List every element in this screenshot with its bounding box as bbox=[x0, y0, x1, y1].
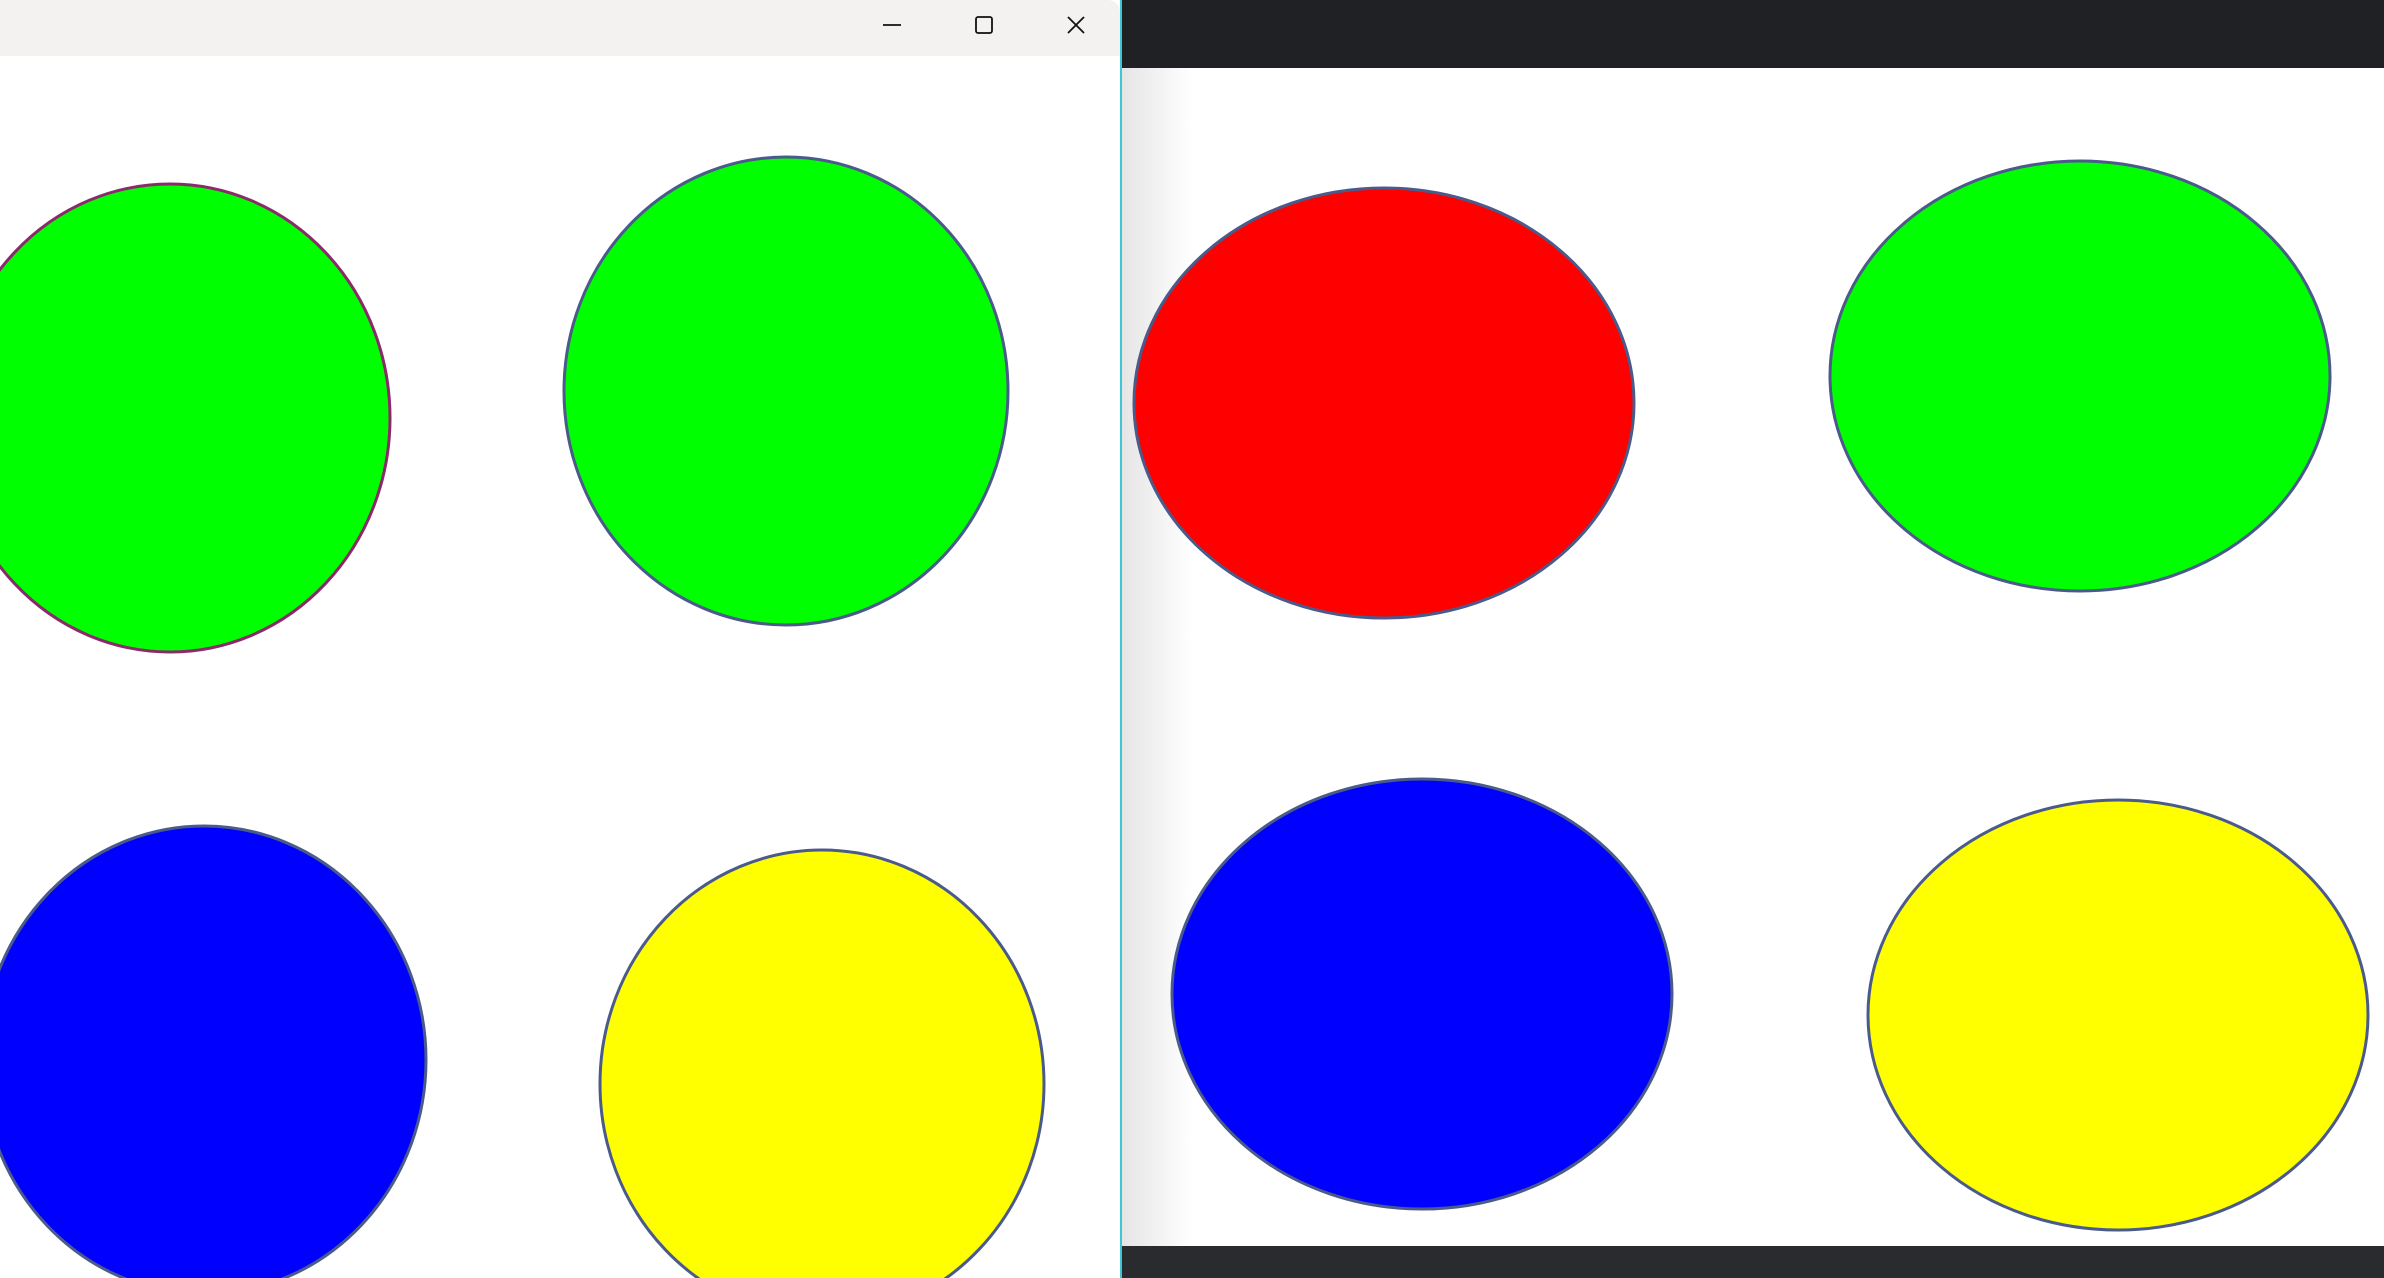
maximize-button[interactable] bbox=[938, 0, 1030, 50]
left-title-bar[interactable] bbox=[0, 0, 1120, 56]
circle-7[interactable] bbox=[1170, 777, 1674, 1211]
right-top-bar bbox=[1122, 0, 2384, 68]
circle-1[interactable] bbox=[0, 182, 392, 654]
right-drawing-canvas[interactable] bbox=[1122, 68, 2384, 1246]
left-drawing-canvas[interactable] bbox=[0, 56, 1120, 1278]
circle-8[interactable] bbox=[1866, 798, 2370, 1232]
close-button[interactable] bbox=[1030, 0, 1122, 50]
right-bottom-bar bbox=[1122, 1246, 2384, 1278]
right-shapes-svg bbox=[1132, 159, 2370, 1232]
circle-3[interactable] bbox=[0, 824, 428, 1278]
maximize-icon bbox=[973, 14, 995, 36]
minimize-button[interactable] bbox=[846, 0, 938, 50]
left-window bbox=[0, 0, 1122, 1278]
circle-4[interactable] bbox=[598, 848, 1046, 1278]
close-icon bbox=[1065, 14, 1087, 36]
circle-5[interactable] bbox=[1132, 186, 1636, 620]
circle-2[interactable] bbox=[562, 155, 1010, 627]
circle-6[interactable] bbox=[1828, 159, 2332, 593]
minimize-icon bbox=[881, 14, 903, 36]
left-shapes-svg bbox=[0, 155, 1046, 1278]
